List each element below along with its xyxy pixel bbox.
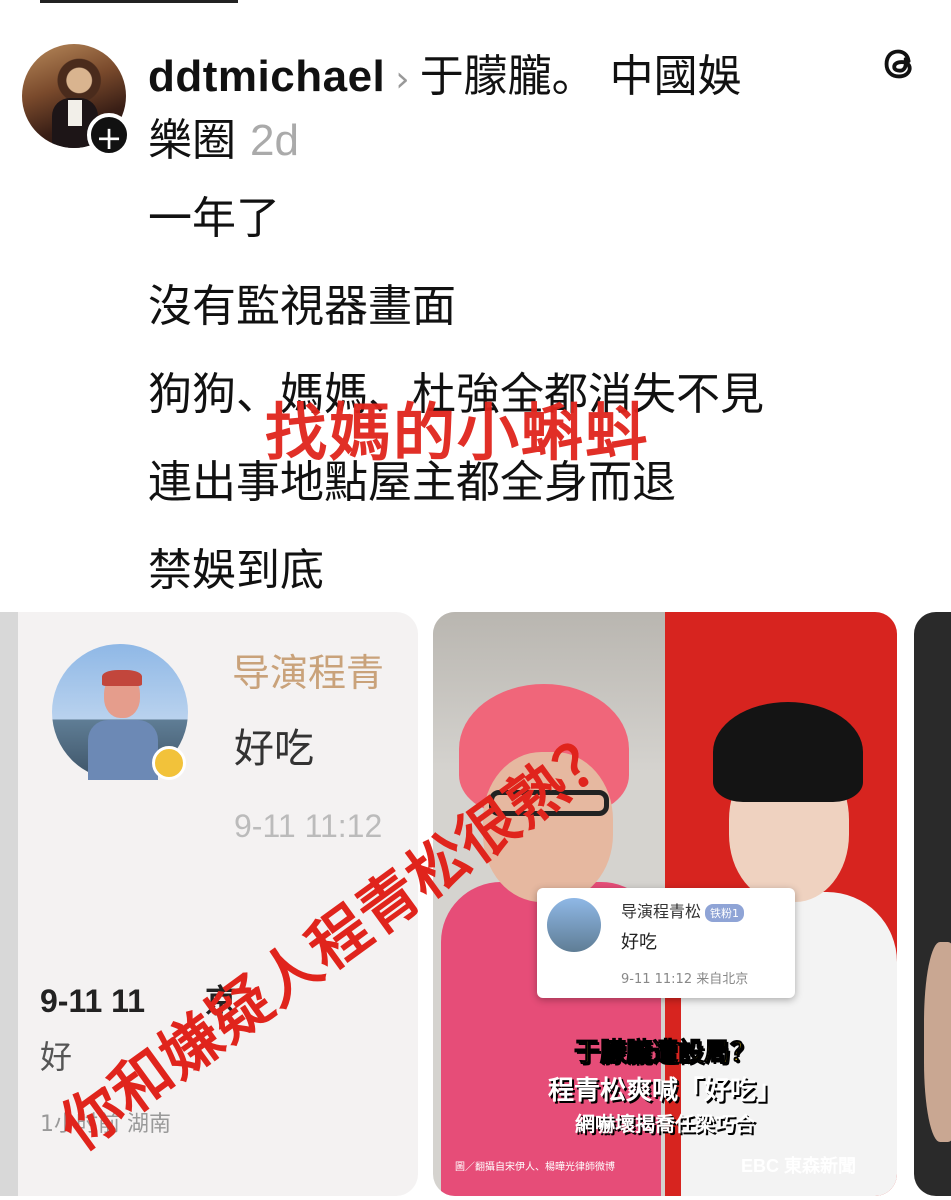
embedded-avatar <box>547 898 601 952</box>
embedded-text: 好吃 <box>621 932 657 953</box>
news-caption-1: 于朦朧遭設局？ <box>573 1038 756 1069</box>
community-link-cont[interactable]: 樂圈 <box>148 115 236 166</box>
post-text-line: 沒有監視器畫面 <box>148 281 456 332</box>
weibo-username: 导演程青 <box>232 651 385 695</box>
media-card-news[interactable]: 导演程青松 铁粉1 好吃 9-11 11:12 来自北京 于朦朧遭設局？ 程青松爽… <box>433 612 897 1196</box>
embedded-username: 导演程青松 铁粉1 <box>621 898 745 922</box>
photo-credit: 圖／翻攝自宋伊人、楊曄光律師微博 <box>455 1162 615 1173</box>
username-link[interactable]: ddtmichael <box>148 52 385 101</box>
weibo-time: 9-11 11:12 <box>234 808 383 844</box>
weibo-text: 好吃 <box>234 726 314 772</box>
chevron-right-icon: › <box>395 59 410 100</box>
follow-plus-icon[interactable]: + <box>87 113 131 157</box>
embedded-weibo-post: 导演程青松 铁粉1 好吃 9-11 11:12 来自北京 <box>537 888 795 998</box>
embedded-time: 9-11 11:12 来自北京 <box>621 972 749 987</box>
post-text-line: 一年了 <box>148 193 280 244</box>
post-time: 2d <box>250 116 299 165</box>
threads-icon[interactable] <box>876 40 922 86</box>
weibo-avatar <box>52 644 188 780</box>
post-text-line: 禁娛到底 <box>148 545 324 596</box>
news-caption-3: 網嚇壞揭喬任梁巧合 <box>575 1112 755 1136</box>
media-card-partial[interactable] <box>914 612 951 1196</box>
weibo-snippet: 好 <box>40 1038 73 1076</box>
community-link[interactable]: 于朦朧。 中國娛 <box>420 51 742 102</box>
post-header-line2: 樂圈 2d <box>148 104 299 168</box>
ebc-logo: EBC 東森新聞 <box>741 1156 857 1176</box>
news-caption-2: 程青松爽喊「好吃」 <box>547 1076 782 1106</box>
top-divider <box>40 0 238 3</box>
red-overlay-caption: 找媽的小蝌蚪 <box>265 396 650 469</box>
post-header: ddtmichael › 于朦朧。 中國娛 <box>148 40 742 104</box>
